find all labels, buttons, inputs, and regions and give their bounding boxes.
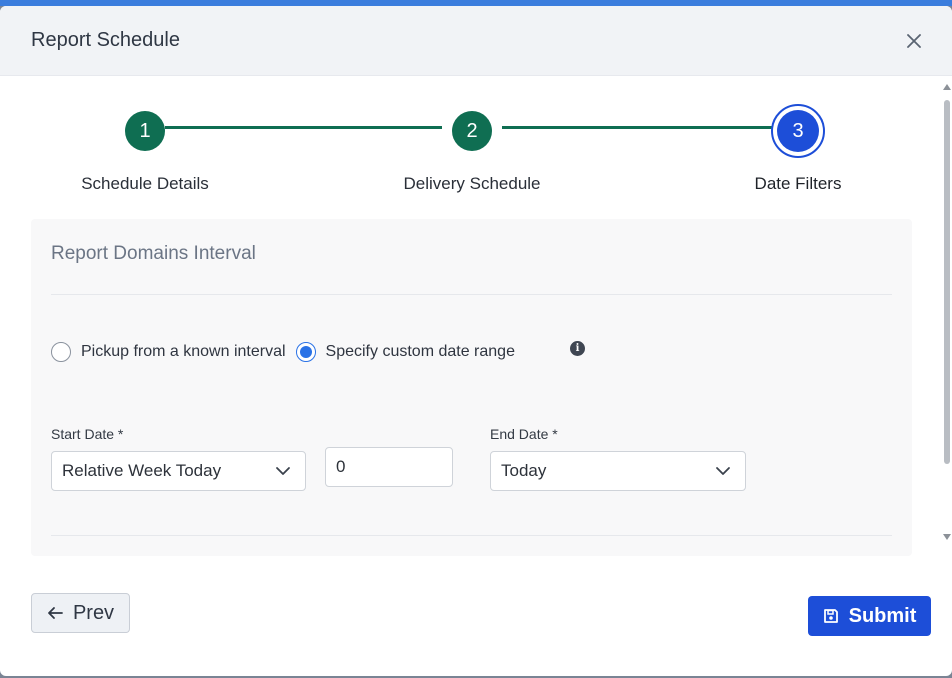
modal-header: Report Schedule bbox=[0, 6, 952, 76]
submit-button[interactable]: Submit bbox=[808, 596, 931, 636]
panel-divider-top bbox=[51, 294, 892, 295]
chevron-down-icon bbox=[716, 467, 730, 475]
end-date-label: End Date * bbox=[490, 426, 558, 442]
start-date-value: Relative Week Today bbox=[62, 461, 222, 480]
chevron-down-icon bbox=[276, 467, 290, 475]
radio-custom-range[interactable] bbox=[295, 342, 316, 362]
submit-button-label: Submit bbox=[848, 604, 917, 627]
step-1-circle[interactable]: 1 bbox=[125, 111, 165, 151]
report-domains-panel: Report Domains Interval Pickup from a kn… bbox=[31, 219, 912, 556]
interval-radio-group: Pickup from a known interval Specify cus… bbox=[51, 342, 525, 362]
arrow-left-icon bbox=[48, 607, 63, 619]
scroll-down-arrow-icon[interactable] bbox=[942, 532, 952, 542]
scroll-thumb[interactable] bbox=[944, 100, 950, 464]
step-2-label: Delivery Schedule bbox=[403, 174, 541, 193]
scroll-up-arrow-icon[interactable] bbox=[942, 82, 952, 92]
modal-scrollbar[interactable] bbox=[942, 76, 952, 556]
save-icon bbox=[823, 609, 838, 623]
start-date-select[interactable]: Relative Week Today bbox=[51, 451, 306, 491]
radio-custom-range-label[interactable]: Specify custom date range bbox=[326, 343, 515, 361]
start-date-label: Start Date * bbox=[51, 426, 124, 442]
close-button[interactable] bbox=[900, 27, 928, 55]
end-date-select[interactable]: Today bbox=[490, 451, 746, 491]
step-connector-1-2 bbox=[165, 126, 442, 129]
step-2-number: 2 bbox=[466, 119, 478, 142]
end-date-value: Today bbox=[501, 461, 547, 480]
step-1-number: 1 bbox=[139, 119, 151, 142]
step-1-label: Schedule Details bbox=[81, 174, 209, 193]
offset-input[interactable]: 0 bbox=[325, 447, 453, 487]
prev-button[interactable]: Prev bbox=[31, 593, 130, 633]
prev-button-label: Prev bbox=[72, 601, 115, 624]
close-icon bbox=[907, 33, 921, 48]
panel-title: Report Domains Interval bbox=[51, 243, 256, 264]
radio-known-interval-label[interactable]: Pickup from a known interval bbox=[81, 343, 286, 361]
step-3-number: 3 bbox=[792, 119, 804, 142]
offset-input-value: 0 bbox=[336, 457, 346, 476]
step-connector-2-3 bbox=[502, 126, 772, 129]
step-3-circle[interactable]: 3 bbox=[771, 104, 825, 158]
info-icon[interactable]: i bbox=[570, 341, 585, 356]
modal-title: Report Schedule bbox=[31, 29, 180, 51]
step-3-label: Date Filters bbox=[754, 174, 842, 193]
radio-known-interval[interactable] bbox=[51, 342, 71, 362]
step-2-circle[interactable]: 2 bbox=[452, 111, 492, 151]
panel-divider-bottom bbox=[51, 535, 892, 536]
